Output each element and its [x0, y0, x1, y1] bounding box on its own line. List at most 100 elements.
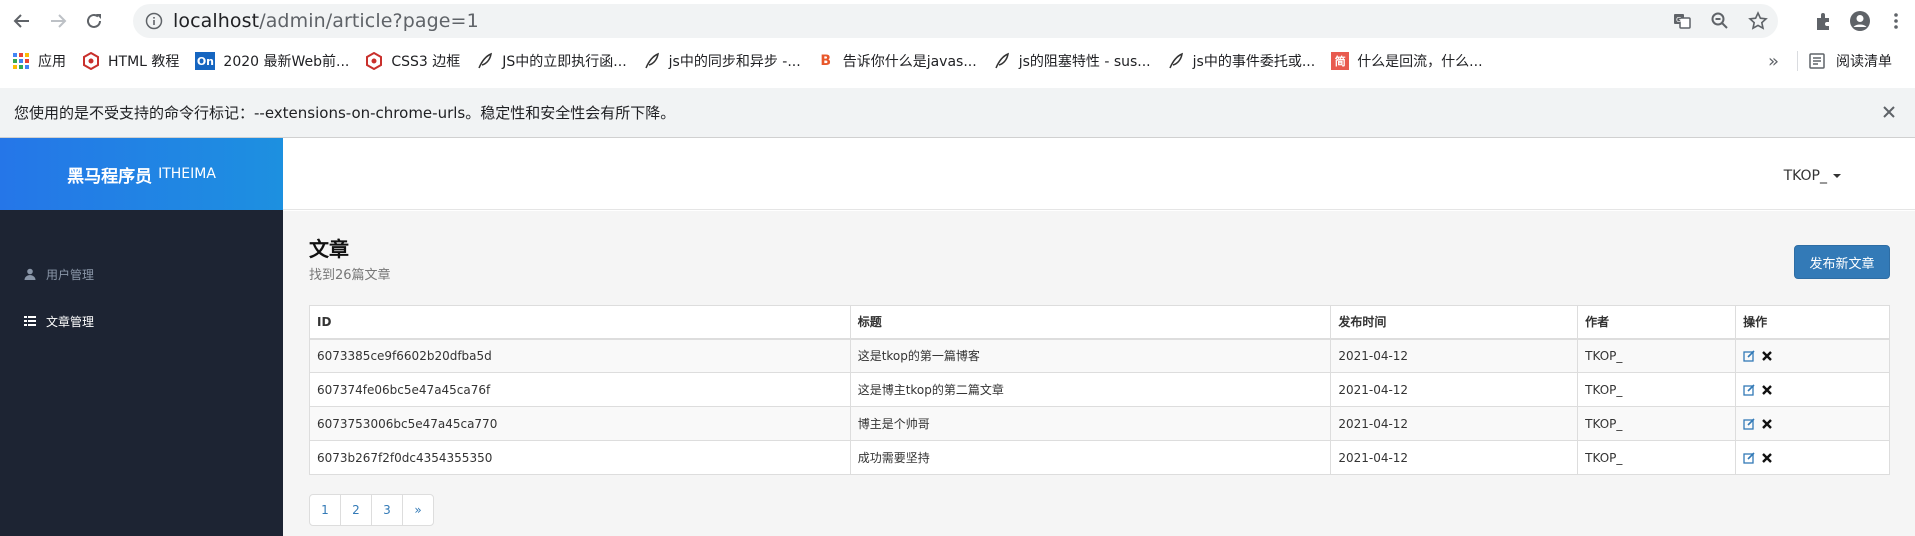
cell-id: 607374fe06bc5e47a45ca76f: [309, 372, 851, 407]
cell-actions: [1735, 406, 1890, 441]
svg-text:G: G: [1676, 16, 1681, 24]
page-2-link[interactable]: 2: [340, 494, 372, 526]
cell-title: 博主是个帅哥: [849, 406, 1332, 441]
bookmark-label: JS中的立即执行函...: [502, 54, 627, 70]
kebab-menu-icon[interactable]: [1885, 10, 1907, 32]
apps-grid-icon: [12, 52, 30, 70]
column-header-id: ID: [309, 305, 851, 340]
brand-logo[interactable]: 黑马程序员 ITHEIMA: [0, 138, 283, 210]
articles-table: ID 标题 发布时间 作者 操作 6073385ce9f6602b20dfba5…: [309, 305, 1890, 475]
edit-icon[interactable]: [1743, 350, 1755, 362]
bookmark-js-sync[interactable]: js中的同步和异步 -...: [635, 42, 809, 80]
table-row: 6073753006bc5e47a45ca770 博主是个帅哥 2021-04-…: [309, 406, 1890, 441]
bookmark-js-delegation[interactable]: js中的事件委托或...: [1159, 42, 1324, 80]
runoob-icon: [82, 52, 100, 70]
publish-article-button[interactable]: 发布新文章: [1794, 245, 1890, 279]
reading-list-icon: [1809, 53, 1825, 69]
column-header-date: 发布时间: [1330, 305, 1579, 340]
reading-list-label: 阅读清单: [1836, 54, 1892, 70]
username: TKOP_: [1783, 168, 1827, 184]
cell-actions: [1735, 440, 1890, 475]
forward-button[interactable]: [40, 3, 76, 39]
feather-icon: [1167, 52, 1185, 70]
table-header-row: ID 标题 发布时间 作者 操作: [309, 305, 1890, 340]
profile-avatar-icon[interactable]: [1849, 10, 1871, 32]
article-count: 找到26篇文章: [309, 268, 391, 283]
page-1-link[interactable]: 1: [309, 494, 341, 526]
user-icon: [24, 268, 36, 280]
sidebar-item-label: 用户管理: [46, 267, 95, 282]
sidebar-item-articles[interactable]: 文章管理: [24, 311, 283, 331]
edit-icon[interactable]: [1743, 451, 1755, 464]
bookmark-js-blocking[interactable]: js的阻塞特性 - sus...: [985, 42, 1159, 80]
edit-icon[interactable]: [1743, 383, 1755, 396]
delete-icon[interactable]: [1761, 350, 1773, 362]
infobar-message: 您使用的是不受支持的命令行标记：--extensions-on-chrome-u…: [14, 104, 676, 122]
next-page-link[interactable]: »: [402, 494, 434, 526]
warning-infobar: 您使用的是不受支持的命令行标记：--extensions-on-chrome-u…: [0, 88, 1915, 138]
cell-date: 2021-04-12: [1330, 406, 1579, 441]
pagination: 1 2 3 »: [309, 494, 434, 526]
page-3-link[interactable]: 3: [371, 494, 403, 526]
bookmark-css3-border[interactable]: CSS3 边框: [357, 42, 468, 80]
table-row: 6073385ce9f6602b20dfba5d 这是tkop的第一篇博客 20…: [309, 338, 1890, 373]
cell-date: 2021-04-12: [1330, 372, 1579, 407]
sidebar-item-users[interactable]: 用户管理: [24, 264, 283, 284]
b-logo-icon: B: [820, 53, 832, 69]
delete-icon[interactable]: [1761, 384, 1773, 396]
caret-down-icon: [1833, 174, 1841, 178]
reload-icon: [87, 13, 101, 28]
main-content: 文章 找到26篇文章 发布新文章 ID 标题 发布时间 作者 操作 607338…: [283, 211, 1915, 536]
delete-icon[interactable]: [1761, 452, 1773, 464]
bookmark-label: js的阻塞特性 - sus...: [1018, 54, 1151, 70]
sidebar-item-label: 文章管理: [46, 314, 95, 329]
cell-author: TKOP_: [1577, 406, 1737, 441]
bookmark-label: 2020 最新Web前...: [223, 54, 350, 70]
user-dropdown[interactable]: TKOP_: [1784, 168, 1841, 184]
table-row: 607374fe06bc5e47a45ca76f 这是博主tkop的第二篇文章 …: [309, 372, 1890, 407]
column-header-author: 作者: [1577, 305, 1737, 340]
delete-icon[interactable]: [1761, 418, 1773, 430]
cell-id: 6073385ce9f6602b20dfba5d: [309, 338, 851, 373]
cell-title: 这是博主tkop的第二篇文章: [849, 372, 1332, 407]
edit-icon[interactable]: [1743, 417, 1755, 430]
bookmark-label: js中的同步和异步 -...: [668, 54, 801, 70]
bookmarks-bar: 应用 HTML 教程 On 2020 最新Web前... CSS3 边框 JS中…: [0, 42, 1915, 80]
back-button[interactable]: [4, 3, 40, 39]
translate-icon[interactable]: G: [1672, 11, 1692, 31]
bookmark-reflow[interactable]: 简 什么是回流，什么...: [1323, 42, 1490, 80]
cell-date: 2021-04-12: [1330, 338, 1579, 373]
bookmark-js-iife[interactable]: JS中的立即执行函...: [468, 42, 634, 80]
bookmark-html-tutorial[interactable]: HTML 教程: [74, 42, 187, 80]
close-icon[interactable]: [1879, 102, 1899, 122]
bookmarks-overflow-button[interactable]: »: [1768, 42, 1779, 80]
cell-id: 6073753006bc5e47a45ca770: [309, 406, 851, 441]
bookmark-what-is-js[interactable]: B 告诉你什么是javas...: [809, 42, 985, 80]
cell-author: TKOP_: [1577, 372, 1737, 407]
jian-icon: 简: [1331, 52, 1350, 70]
feather-icon: [993, 52, 1011, 70]
brand-name: 黑马程序员: [67, 166, 153, 187]
on-badge-icon: On: [195, 52, 216, 70]
address-bar[interactable]: localhost/admin/article?page=1 G: [133, 4, 1778, 38]
bookmark-web-front[interactable]: On 2020 最新Web前...: [187, 42, 357, 80]
reading-list-button[interactable]: 阅读清单: [1808, 42, 1892, 80]
arrow-right-icon: [51, 14, 67, 28]
table-row: 6073b267f2f0dc4354355350 成功需要坚持 2021-04-…: [309, 440, 1890, 475]
info-icon: [145, 12, 163, 30]
cell-actions: [1735, 372, 1890, 407]
sidebar: 黑马程序员 ITHEIMA 用户管理 文章管理: [0, 138, 283, 536]
bookmark-label: 什么是回流，什么...: [1357, 54, 1483, 70]
url-text: localhost/admin/article?page=1: [173, 10, 479, 32]
cell-author: TKOP_: [1577, 440, 1737, 475]
bookmark-apps[interactable]: 应用: [0, 42, 74, 80]
app-header: TKOP_: [283, 138, 1915, 210]
reload-button[interactable]: [76, 3, 112, 39]
runoob-icon: [365, 52, 383, 70]
extensions-puzzle-icon[interactable]: [1813, 10, 1835, 32]
zoom-icon[interactable]: [1710, 11, 1730, 31]
star-icon[interactable]: [1748, 11, 1768, 31]
cell-actions: [1735, 338, 1890, 373]
arrow-left-icon: [13, 14, 29, 28]
column-header-actions: 操作: [1735, 305, 1890, 340]
